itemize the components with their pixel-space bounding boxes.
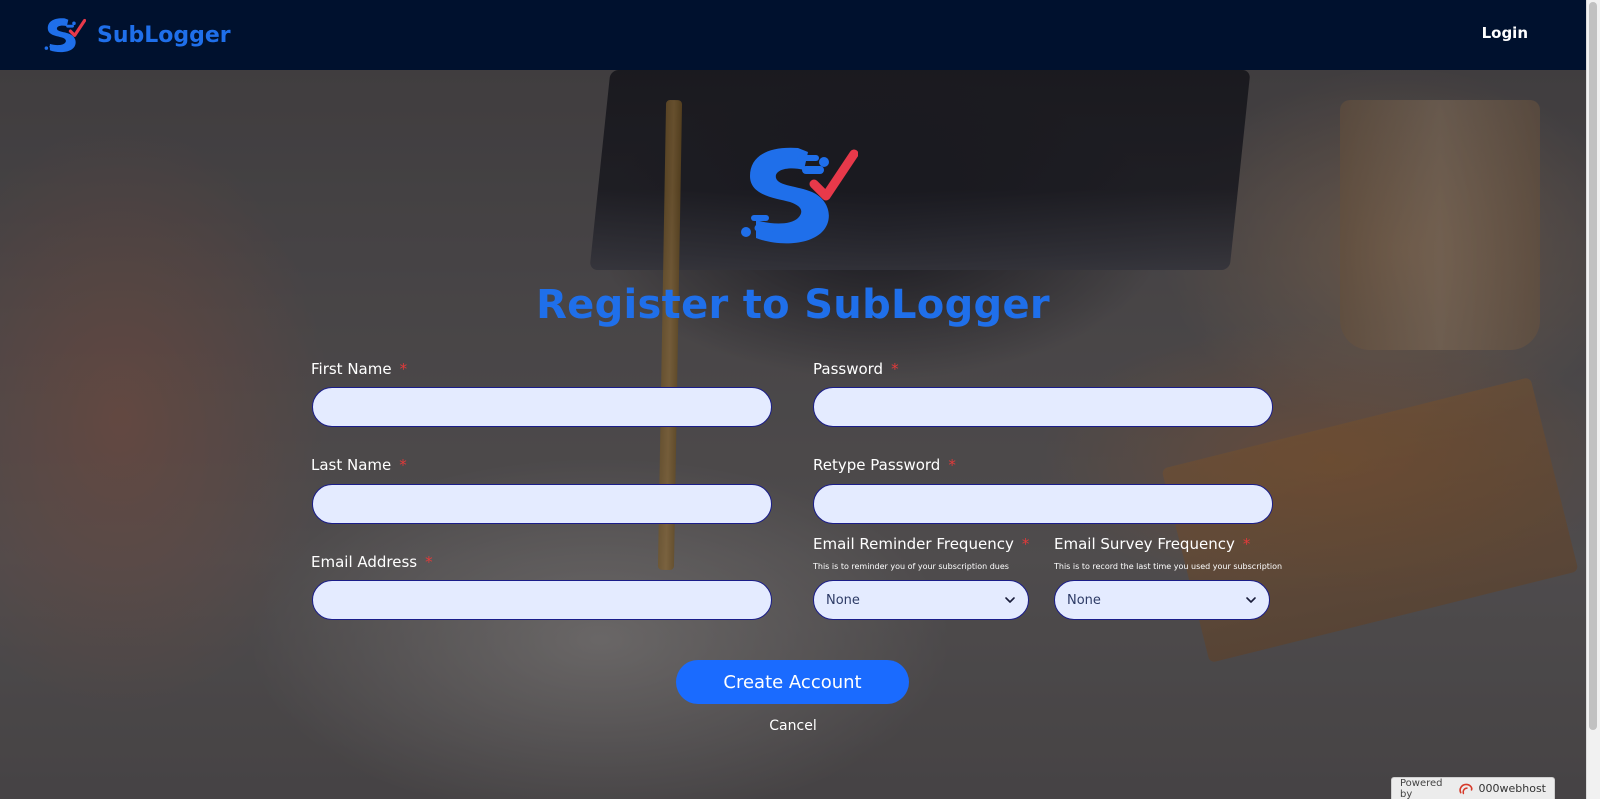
required-marker: * <box>1242 535 1251 553</box>
sublogger-logo-icon <box>44 18 86 53</box>
retype-password-label-text: Retype Password <box>813 456 941 474</box>
first-name-label: First Name * <box>311 360 407 378</box>
host-name: 000webhost <box>1478 782 1547 795</box>
chevron-down-icon <box>1005 597 1015 603</box>
powered-by-text: Powered by <box>1400 777 1443 799</box>
survey-frequency-label: Email Survey Frequency * <box>1054 535 1250 553</box>
page-title: Register to SubLogger <box>536 282 1050 328</box>
reminder-frequency-label-text: Email Reminder Frequency <box>813 535 1014 553</box>
reminder-frequency-select[interactable]: None <box>813 580 1029 620</box>
email-label: Email Address * <box>311 553 433 571</box>
brand[interactable]: SubLogger <box>40 14 231 56</box>
password-label: Password * <box>813 360 899 378</box>
sublogger-logo-icon <box>741 147 858 244</box>
survey-frequency-value: None <box>1067 592 1101 608</box>
last-name-label-text: Last Name <box>311 456 392 474</box>
email-input[interactable] <box>312 580 772 620</box>
reminder-frequency-value: None <box>826 592 860 608</box>
survey-frequency-label-text: Email Survey Frequency <box>1054 535 1235 553</box>
password-label-text: Password <box>813 360 884 378</box>
scrollbar-thumb[interactable] <box>1589 2 1597 730</box>
survey-frequency-hint: This is to record the last time you used… <box>1054 562 1283 571</box>
login-link[interactable]: Login <box>1482 24 1528 42</box>
reminder-frequency-label: Email Reminder Frequency * <box>813 535 1029 553</box>
retype-password-label: Retype Password * <box>813 456 956 474</box>
required-marker: * <box>399 456 407 474</box>
required-marker: * <box>948 456 956 474</box>
chevron-down-icon <box>1246 597 1256 603</box>
reminder-frequency-hint: This is to reminder you of your subscrip… <box>813 562 1009 571</box>
required-marker: * <box>399 360 408 378</box>
retype-password-input[interactable] <box>813 484 1273 524</box>
last-name-label: Last Name * <box>311 456 407 474</box>
create-account-button[interactable]: Create Account <box>676 660 909 704</box>
top-navbar: SubLogger Login <box>0 0 1586 70</box>
powered-by-badge[interactable]: Powered by 000webhost <box>1391 777 1555 799</box>
page-scrollbar[interactable] <box>1586 0 1600 799</box>
password-input[interactable] <box>813 387 1273 427</box>
survey-frequency-select[interactable]: None <box>1054 580 1270 620</box>
cancel-row: Cancel <box>0 718 1586 734</box>
email-label-text: Email Address <box>311 553 418 571</box>
brand-name[interactable]: SubLogger <box>97 23 231 48</box>
000webhost-logo-icon <box>1459 783 1473 794</box>
cancel-link[interactable]: Cancel <box>769 718 816 734</box>
last-name-input[interactable] <box>312 484 772 524</box>
first-name-input[interactable] <box>312 387 772 427</box>
required-marker: * <box>425 553 433 571</box>
required-marker: * <box>891 360 899 378</box>
first-name-label-text: First Name <box>311 360 392 378</box>
required-marker: * <box>1021 535 1030 553</box>
